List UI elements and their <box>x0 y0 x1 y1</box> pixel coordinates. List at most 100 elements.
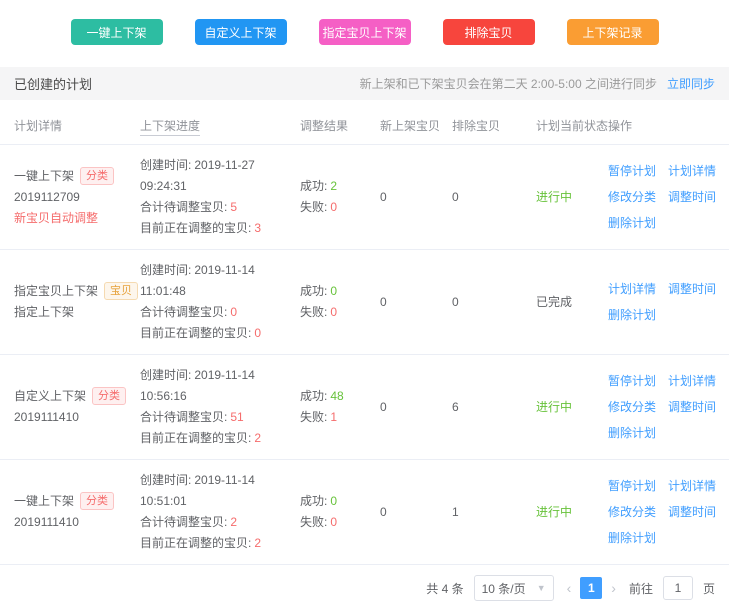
status-badge: 已完成 <box>536 295 572 309</box>
success-value: 48 <box>330 389 343 403</box>
col-header-progress: 上下架进度 <box>140 107 300 145</box>
chevron-down-icon: ▼ <box>537 583 546 593</box>
plan-tag: 分类 <box>92 387 126 405</box>
total-pending-label: 合计待调整宝贝: <box>140 200 227 214</box>
delete-plan-link[interactable]: 删除计划 <box>608 525 656 551</box>
adjust-time-link[interactable]: 调整时间 <box>668 276 716 302</box>
pause-plan-link[interactable]: 暂停计划 <box>608 473 656 499</box>
status-badge: 进行中 <box>536 505 572 519</box>
pager: ‹ 1 › <box>564 577 619 599</box>
one-key-shelf-button[interactable]: 一键上下架 <box>71 19 163 45</box>
goto-label: 前往 <box>629 580 653 597</box>
delete-plan-link[interactable]: 删除计划 <box>608 420 656 446</box>
success-label: 成功: <box>300 389 327 403</box>
goto-page-input[interactable] <box>663 576 693 600</box>
table-header-row: 计划详情 上下架进度 调整结果 新上架宝贝 排除宝贝 计划当前状态 操作 <box>0 107 729 145</box>
excluded-cell: 1 <box>452 460 536 565</box>
total-pending-label: 合计待调整宝贝: <box>140 410 227 424</box>
plan-detail-link[interactable]: 计划详情 <box>668 158 716 184</box>
pagination: 共 4 条 10 条/页 ▼ ‹ 1 › 前往 页 <box>0 575 715 601</box>
total-pending-value: 51 <box>230 410 243 424</box>
page-size-select[interactable]: 10 条/页 ▼ <box>474 575 554 601</box>
created-label: 创建时间: <box>140 158 191 172</box>
status-badge: 进行中 <box>536 400 572 414</box>
fail-label: 失败: <box>300 515 327 529</box>
sync-note-wrap: 新上架和已下架宝贝会在第二天 2:00-5:00 之间进行同步立即同步 <box>360 75 715 92</box>
new-items-cell: 0 <box>380 460 452 565</box>
total-count-label: 共 4 条 <box>426 580 463 597</box>
plans-table: 计划详情 上下架进度 调整结果 新上架宝贝 排除宝贝 计划当前状态 操作 一键上… <box>0 107 729 565</box>
excluded-cell: 6 <box>452 355 536 460</box>
adjusting-value: 0 <box>254 326 261 340</box>
modify-category-link[interactable]: 修改分类 <box>608 184 656 210</box>
new-items-cell: 0 <box>380 145 452 250</box>
pause-plan-link[interactable]: 暂停计划 <box>608 368 656 394</box>
success-label: 成功: <box>300 494 327 508</box>
adjusting-label: 目前正在调整的宝贝: <box>140 326 251 340</box>
success-value: 0 <box>330 494 337 508</box>
status-badge: 进行中 <box>536 190 572 204</box>
sync-now-link[interactable]: 立即同步 <box>667 77 715 91</box>
excluded-cell: 0 <box>452 145 536 250</box>
delete-plan-link[interactable]: 删除计划 <box>608 210 656 236</box>
fail-value: 0 <box>330 515 337 529</box>
specify-item-shelf-button[interactable]: 指定宝贝上下架 <box>319 19 411 45</box>
col-header-plan-detail: 计划详情 <box>0 107 140 145</box>
adjust-time-link[interactable]: 调整时间 <box>668 499 716 525</box>
plan-auto-adjust-label: 新宝贝自动调整 <box>14 208 140 229</box>
success-value: 0 <box>330 284 337 298</box>
total-pending-value: 2 <box>230 515 237 529</box>
plan-name: 一键上下架 <box>14 494 74 508</box>
total-pending-value: 5 <box>230 200 237 214</box>
col-header-status: 计划当前状态 <box>536 107 608 145</box>
section-title: 已创建的计划 <box>14 74 92 93</box>
plan-detail-link[interactable]: 计划详情 <box>668 368 716 394</box>
delete-plan-link[interactable]: 删除计划 <box>608 302 656 328</box>
toolbar: 一键上下架 自定义上下架 指定宝贝上下架 排除宝贝 上下架记录 <box>0 0 729 45</box>
adjusting-value: 3 <box>254 221 261 235</box>
page-number-button[interactable]: 1 <box>580 577 602 599</box>
plan-tag: 分类 <box>80 167 114 185</box>
fail-label: 失败: <box>300 410 327 424</box>
fail-label: 失败: <box>300 200 327 214</box>
success-value: 2 <box>330 179 337 193</box>
new-items-cell: 0 <box>380 250 452 355</box>
total-pending-label: 合计待调整宝贝: <box>140 305 227 319</box>
adjust-time-link[interactable]: 调整时间 <box>668 394 716 420</box>
pause-plan-link[interactable]: 暂停计划 <box>608 158 656 184</box>
adjusting-label: 目前正在调整的宝贝: <box>140 221 251 235</box>
modify-category-link[interactable]: 修改分类 <box>608 394 656 420</box>
exclude-item-button[interactable]: 排除宝贝 <box>443 19 535 45</box>
col-header-actions: 操作 <box>608 107 729 145</box>
adjust-time-link[interactable]: 调整时间 <box>668 184 716 210</box>
plan-id: 指定上下架 <box>14 302 140 323</box>
table-row: 一键上下架分类 2019111410 创建时间:2019-11-14 10:51… <box>0 460 729 565</box>
created-label: 创建时间: <box>140 473 191 487</box>
plan-id: 2019112709 <box>14 187 140 208</box>
sync-note: 新上架和已下架宝贝会在第二天 2:00-5:00 之间进行同步 <box>360 77 657 91</box>
page-unit-label: 页 <box>703 580 715 597</box>
plan-detail-link[interactable]: 计划详情 <box>668 473 716 499</box>
col-header-excluded: 排除宝贝 <box>452 107 536 145</box>
fail-value: 0 <box>330 200 337 214</box>
new-items-cell: 0 <box>380 355 452 460</box>
created-label: 创建时间: <box>140 263 191 277</box>
custom-shelf-button[interactable]: 自定义上下架 <box>195 19 287 45</box>
col-header-new-items: 新上架宝贝 <box>380 107 452 145</box>
next-page-icon[interactable]: › <box>608 580 619 596</box>
created-label: 创建时间: <box>140 368 191 382</box>
col-header-result: 调整结果 <box>300 107 380 145</box>
plan-detail-link[interactable]: 计划详情 <box>608 276 656 302</box>
shelf-record-button[interactable]: 上下架记录 <box>567 19 659 45</box>
adjusting-label: 目前正在调整的宝贝: <box>140 431 251 445</box>
prev-page-icon[interactable]: ‹ <box>564 580 575 596</box>
modify-category-link[interactable]: 修改分类 <box>608 499 656 525</box>
plan-name: 指定宝贝上下架 <box>14 284 98 298</box>
adjusting-value: 2 <box>254 431 261 445</box>
adjusting-value: 2 <box>254 536 261 550</box>
fail-label: 失败: <box>300 305 327 319</box>
excluded-cell: 0 <box>452 250 536 355</box>
plan-tag: 宝贝 <box>104 282 138 300</box>
fail-value: 1 <box>330 410 337 424</box>
success-label: 成功: <box>300 284 327 298</box>
